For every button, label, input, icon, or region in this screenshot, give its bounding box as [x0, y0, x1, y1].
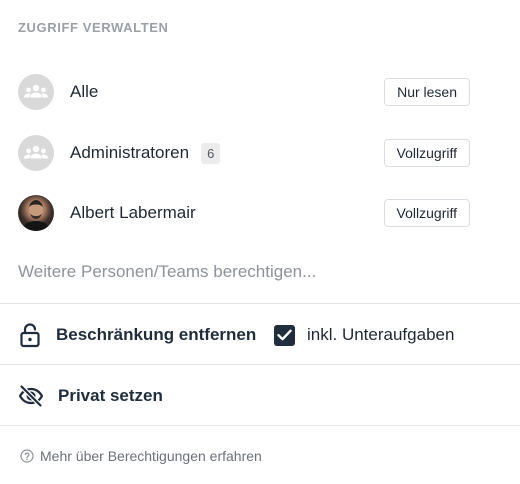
remove-restriction-button[interactable]: Beschränkung entfernen	[18, 321, 256, 349]
include-subtasks-checkbox[interactable]	[274, 324, 295, 346]
permissions-help-link[interactable]: Mehr über Berechtigungen erfahren	[20, 446, 262, 466]
member-row-alle: Alle Nur lesen	[18, 73, 470, 111]
set-private-button[interactable]: Privat setzen	[18, 382, 163, 410]
access-level-button[interactable]: Vollzugriff	[383, 199, 470, 227]
include-subtasks-toggle[interactable]: inkl. Unteraufgaben	[274, 323, 454, 347]
group-avatar	[18, 135, 54, 171]
divider	[0, 364, 520, 365]
access-level-button[interactable]: Vollzugriff	[383, 139, 470, 167]
checkmark-icon	[277, 329, 292, 341]
member-name: Alle	[70, 82, 99, 101]
lock-open-icon	[20, 323, 40, 348]
member-row-administratoren: Administratoren 6 Vollzugriff	[18, 134, 470, 172]
section-title: ZUGRIFF VERWALTEN	[18, 20, 169, 35]
invite-input[interactable]	[18, 260, 470, 284]
include-subtasks-label: inkl. Unteraufgaben	[307, 325, 455, 344]
access-level-button[interactable]: Nur lesen	[384, 78, 470, 106]
user-photo	[22, 200, 50, 231]
member-count-badge: 6	[201, 142, 221, 164]
group-icon	[24, 145, 48, 159]
member-name: Administratoren	[70, 143, 190, 162]
group-icon	[24, 84, 48, 98]
set-private-label: Privat setzen	[58, 386, 163, 405]
remove-restriction-label: Beschränkung entfernen	[56, 325, 257, 344]
eye-off-icon	[18, 384, 44, 408]
question-circle-icon	[20, 449, 34, 463]
divider	[0, 425, 520, 426]
divider	[0, 303, 520, 304]
member-row-albert-labermair: Albert Labermair Vollzugriff	[18, 194, 470, 232]
group-avatar	[18, 74, 54, 110]
permissions-help-label: Mehr über Berechtigungen erfahren	[40, 448, 262, 464]
member-name: Albert Labermair	[70, 203, 196, 222]
user-avatar	[18, 195, 54, 231]
